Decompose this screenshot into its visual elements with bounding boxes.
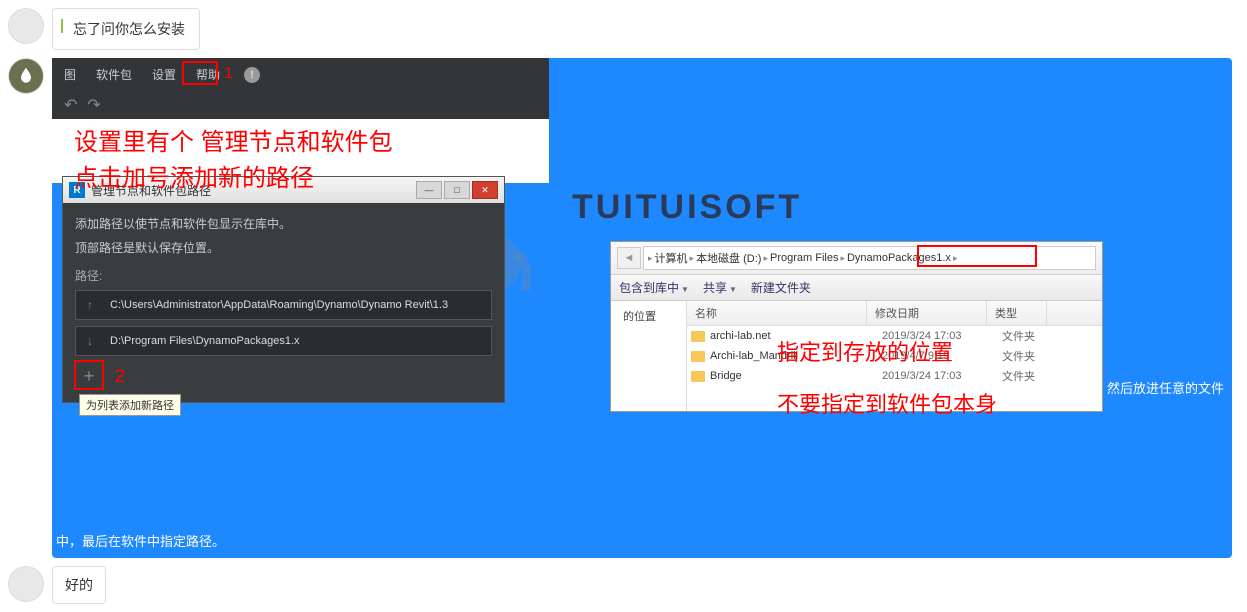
chevron-icon[interactable]: ▸ [840,253,845,264]
file-explorer: ◄ ▸ 计算机 ▸ 本地磁盘 (D:) ▸ Program Files ▸ Dy… [610,241,1103,412]
annotation-box-2 [74,360,104,390]
explorer-toolbar: 包含到库中▼ 共享▼ 新建文件夹 [611,275,1102,301]
path-row-2[interactable]: ↓ D:\Program Files\DynamoPackages1.x [75,326,492,356]
breadcrumb[interactable]: ▸ 计算机 ▸ 本地磁盘 (D:) ▸ Program Files ▸ Dyna… [643,246,1096,270]
message-bubble-2: 图 软件包 设置 帮助 ! 1 ↶ ↷ 设置里有个 管理节点和软件包 点击加号添… [52,58,1232,558]
message-bubble-1: 忘了问你怎么安装 [52,8,200,50]
minimize-button[interactable]: — [416,181,442,199]
chevron-icon[interactable]: ▸ [763,253,768,264]
sidebar-item[interactable]: 的位置 [615,305,682,327]
annotation-label-2: 2 [115,366,125,387]
chat-message-1: 忘了问你怎么安装 [0,8,1247,50]
instruction-line-1: 设置里有个 管理节点和软件包 [74,122,393,157]
explorer-sidebar: 的位置 [611,301,687,411]
message-3-text: 好的 [65,577,93,593]
path-row-1[interactable]: ↑ C:\Users\Administrator\AppData\Roaming… [75,290,492,320]
undo-icon[interactable]: ↶ [64,95,77,115]
file-type: 文件夹 [1002,328,1035,344]
share-button[interactable]: 共享▼ [703,279,737,296]
annotation-label-1: 1 [224,65,233,83]
instruction-overlay-1: 指定到存放的位置 [777,335,953,367]
include-library[interactable]: 包含到库中▼ [619,279,689,296]
paths-dialog: R 管理节点和软件包路径 — □ ✕ 添加路径以使节点和软件包显示在库中。 顶部… [62,176,505,403]
chat-message-2: 图 软件包 设置 帮助 ! 1 ↶ ↷ 设置里有个 管理节点和软件包 点击加号添… [0,58,1247,558]
back-button[interactable]: ◄ [617,247,641,269]
up-arrow-icon[interactable]: ↑ [76,298,104,312]
col-type[interactable]: 类型 [987,301,1047,325]
down-arrow-icon[interactable]: ↓ [76,334,104,348]
crumb-disk[interactable]: 本地磁盘 (D:) [696,250,761,266]
add-tooltip: 为列表添加新路径 [79,394,181,416]
dynamo-menubar: 图 软件包 设置 帮助 ! 1 [52,58,549,91]
dynamo-window: 图 软件包 设置 帮助 ! 1 ↶ ↷ 设置里有个 管理节点和软件包 点击加号添… [52,58,549,183]
folder-icon [691,371,705,382]
dialog-desc-1: 添加路径以使节点和软件包显示在库中。 [75,215,492,233]
message-1-text: 忘了问你怎么安装 [73,21,185,37]
leaf-icon [16,66,36,86]
path-2-text: D:\Program Files\DynamoPackages1.x [104,335,491,347]
redo-icon[interactable]: ↷ [87,95,100,115]
explorer-nav: ◄ ▸ 计算机 ▸ 本地磁盘 (D:) ▸ Program Files ▸ Dy… [611,242,1102,275]
avatar-2 [8,58,44,94]
avatar-1 [8,8,44,44]
menu-settings[interactable]: 设置 [152,66,176,83]
explorer-files: 名称 修改日期 类型 archi-lab.net 2019/3/24 17:03… [687,301,1102,411]
chevron-icon[interactable]: ▸ [690,253,695,264]
annotation-box-1 [182,61,218,85]
info-icon[interactable]: ! [244,67,260,83]
menu-view[interactable]: 图 [64,66,76,83]
col-date[interactable]: 修改日期 [867,301,987,325]
folder-icon [691,331,705,342]
chat-message-3: 好的 [0,566,1247,604]
avatar-3 [8,566,44,602]
file-type: 文件夹 [1002,368,1035,384]
new-folder-button[interactable]: 新建文件夹 [751,279,811,296]
file-row[interactable]: Bridge 2019/3/24 17:03 文件夹 [687,366,1102,386]
watermark-text-en: TUITUISOFT [572,188,802,227]
folder-icon [691,351,705,362]
dialog-desc-2: 顶部路径是默认保存位置。 [75,239,492,257]
close-button[interactable]: ✕ [472,181,498,199]
menu-packages[interactable]: 软件包 [96,66,132,83]
col-name[interactable]: 名称 [687,301,867,325]
crumb-programfiles[interactable]: Program Files [770,252,838,264]
chevron-icon[interactable]: ▸ [648,253,653,264]
path-1-text: C:\Users\Administrator\AppData\Roaming\D… [104,299,491,311]
path-label: 路径: [75,267,492,284]
file-name: Bridge [710,370,882,382]
bubble-footer: 中，最后在软件中指定路径。 [52,523,1232,558]
file-type: 文件夹 [1002,348,1035,364]
message-bubble-3: 好的 [52,566,106,604]
maximize-button[interactable]: □ [444,181,470,199]
dynamo-toolbar: ↶ ↷ [52,91,549,119]
instruction-line-2: 点击加号添加新的路径 [74,158,314,193]
crumb-computer[interactable]: 计算机 [655,250,688,266]
instruction-overlay-2: 不要指定到软件包本身 [777,387,997,419]
file-date: 2019/3/24 17:03 [882,370,1002,382]
annotation-box-3 [917,245,1037,267]
